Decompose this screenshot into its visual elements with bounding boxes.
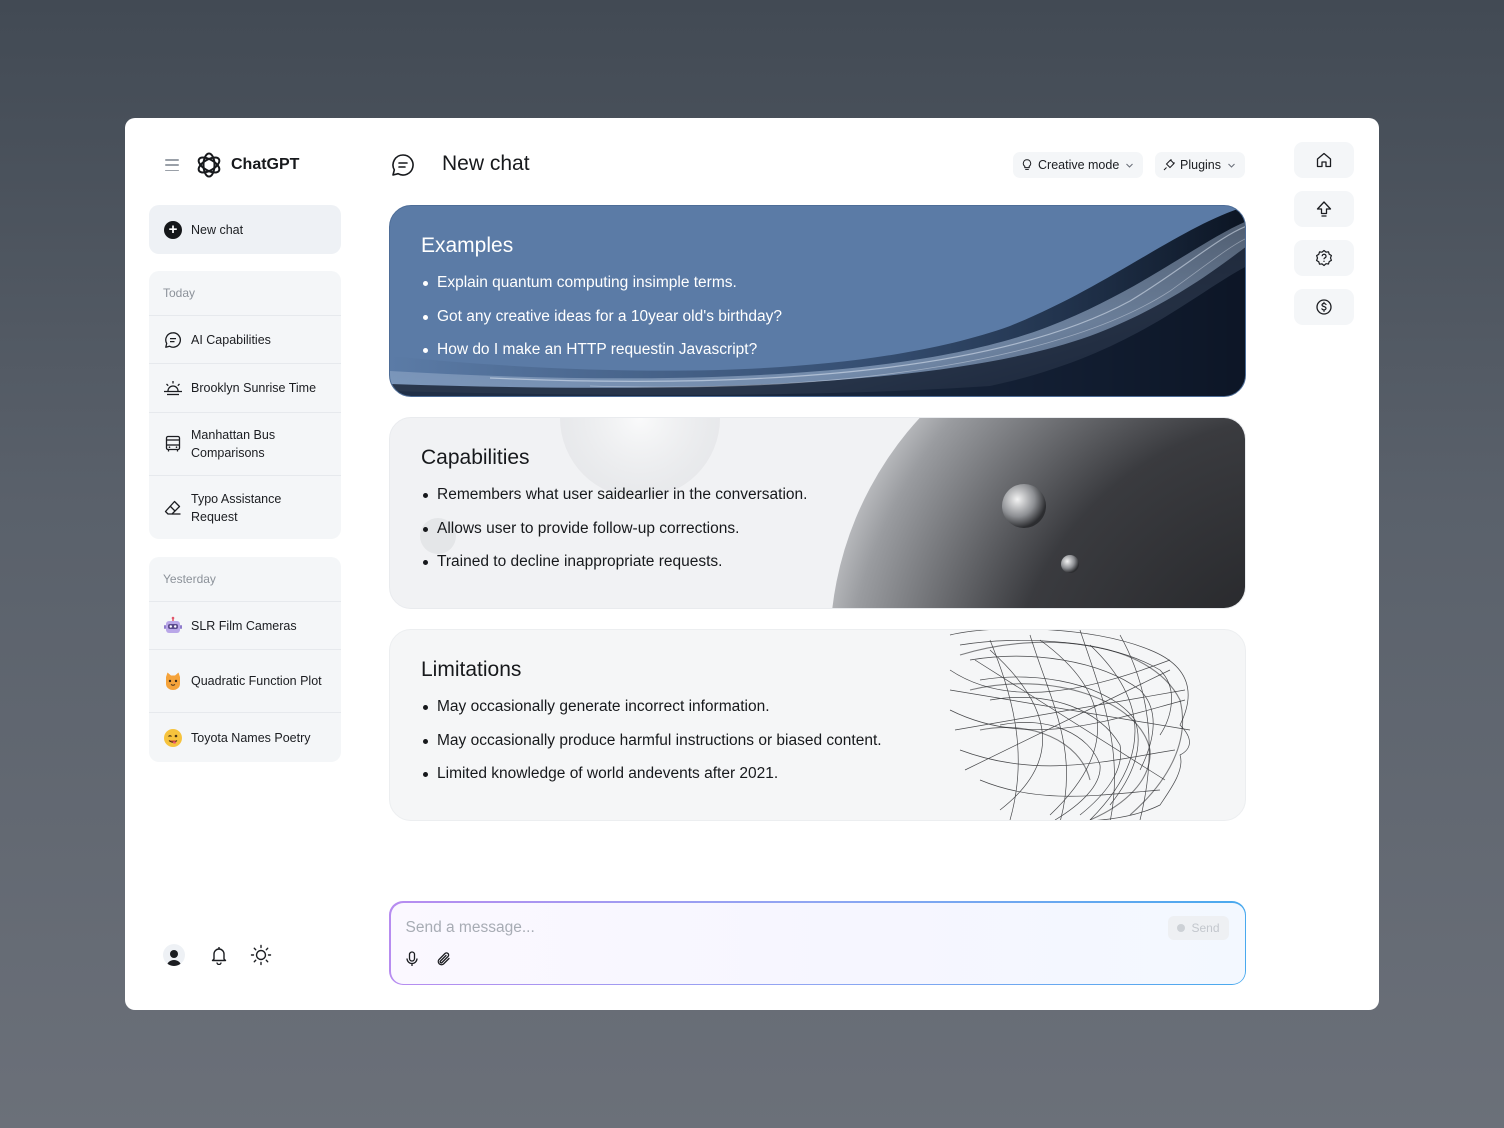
dollar-icon xyxy=(1316,299,1332,315)
history-item-toyota-names[interactable]: Toyota Names Poetry xyxy=(149,713,341,762)
capability-item: Allows user to provide follow-up correct… xyxy=(421,520,807,538)
sun-icon[interactable] xyxy=(250,944,272,966)
sunrise-icon xyxy=(163,378,183,398)
eraser-icon xyxy=(163,498,183,518)
history-group-today: Today AI Capabilities Brooklyn Sunrise T… xyxy=(149,271,341,539)
limitation-item: May occasionally produce harmful instruc… xyxy=(421,732,882,750)
upload-arrow-icon xyxy=(1316,201,1332,217)
openai-logo-icon xyxy=(197,152,221,178)
group-title: Today xyxy=(149,271,341,316)
example-prompt[interactable]: Explain quantum computing insimple terms… xyxy=(421,274,782,292)
new-chat-label: New chat xyxy=(191,222,244,237)
new-chat-button[interactable]: + New chat xyxy=(149,205,341,254)
history-item-label: SLR Film Cameras xyxy=(191,618,297,633)
robot-emoji-icon xyxy=(163,616,183,636)
avatar[interactable] xyxy=(163,944,185,966)
group-title: Yesterday xyxy=(149,557,341,602)
creative-mode-dropdown[interactable]: Creative mode xyxy=(1013,152,1144,178)
send-button[interactable]: Send xyxy=(1168,915,1229,940)
chat-bubble-icon xyxy=(392,154,414,176)
app-window: ChatGPT + New chat Today AI Capabilities… xyxy=(125,118,1379,1010)
send-dot-icon xyxy=(1177,923,1186,932)
example-prompt[interactable]: How do I make an HTTP requestin Javascri… xyxy=(421,341,782,359)
history-item-label: Toyota Names Poetry xyxy=(191,730,311,745)
capabilities-list: Remembers what user saidearlier in the c… xyxy=(421,486,807,571)
bus-icon xyxy=(163,434,183,454)
history-item-label: Brooklyn Sunrise Time xyxy=(191,381,317,395)
plugins-dropdown[interactable]: Plugins xyxy=(1155,152,1245,178)
limitations-list: May occasionally generate incorrect info… xyxy=(421,698,882,783)
history-item-quadratic-function[interactable]: Quadratic Function Plot xyxy=(149,650,341,713)
history-item-slr-film-cameras[interactable]: SLR Film Cameras xyxy=(149,602,341,650)
bell-icon[interactable] xyxy=(208,944,230,966)
history-group-yesterday: Yesterday SLR Film Cameras Quadratic Fun… xyxy=(149,557,341,762)
cat-emoji-icon xyxy=(163,671,183,691)
app-name: ChatGPT xyxy=(231,156,300,173)
creative-mode-label: Creative mode xyxy=(1038,158,1120,172)
composer-box: Send xyxy=(390,902,1245,984)
capabilities-title: Capabilities xyxy=(421,446,530,469)
message-input[interactable] xyxy=(405,916,1146,939)
history-item-label: AI Capabilities xyxy=(191,332,271,347)
help-icon xyxy=(1316,249,1332,267)
limitation-item: Limited knowledge of world andevents aft… xyxy=(421,765,882,783)
chevron-down-icon xyxy=(1126,163,1134,168)
hamburger-menu-icon[interactable] xyxy=(165,159,179,171)
winking-face-emoji-icon xyxy=(163,728,183,748)
examples-card: Examples Explain quantum computing insim… xyxy=(389,205,1246,397)
history-item-label: Typo Assistance Request xyxy=(191,491,282,524)
example-prompt[interactable]: Got any creative ideas for a 10year old'… xyxy=(421,308,782,326)
billing-button[interactable] xyxy=(1294,289,1354,325)
plugins-label: Plugins xyxy=(1180,158,1221,172)
upload-button[interactable] xyxy=(1294,191,1354,227)
history-item-brooklyn-sunrise[interactable]: Brooklyn Sunrise Time xyxy=(149,364,341,413)
capability-item: Trained to decline inappropriate request… xyxy=(421,553,807,571)
help-button[interactable] xyxy=(1294,240,1354,276)
plus-icon: + xyxy=(164,220,182,239)
paperclip-icon[interactable] xyxy=(435,950,453,968)
history-item-label: Quadratic Function Plot xyxy=(191,674,322,688)
history-item-manhattan-bus[interactable]: Manhattan Bus Comparisons xyxy=(149,413,341,476)
home-button[interactable] xyxy=(1294,142,1354,178)
chat-bubble-icon xyxy=(163,330,183,350)
history-item-ai-capabilities[interactable]: AI Capabilities xyxy=(149,316,341,364)
chevron-down-icon xyxy=(1228,163,1235,168)
brand: ChatGPT xyxy=(165,148,299,182)
examples-title: Examples xyxy=(421,234,514,257)
home-icon xyxy=(1316,152,1332,168)
sidebar-bottom-bar xyxy=(163,944,292,966)
limitations-card: Limitations May occasionally generate in… xyxy=(389,629,1246,821)
page-title: New chat xyxy=(442,152,530,175)
capabilities-card: Capabilities Remembers what user saidear… xyxy=(389,417,1246,609)
microphone-icon[interactable] xyxy=(403,950,421,968)
examples-list: Explain quantum computing insimple terms… xyxy=(421,274,782,359)
plug-icon xyxy=(1163,159,1175,171)
capability-item: Remembers what user saidearlier in the c… xyxy=(421,486,807,504)
limitations-title: Limitations xyxy=(421,658,522,681)
history-item-typo-assistance[interactable]: Typo Assistance Request xyxy=(149,476,341,539)
limitation-item: May occasionally generate incorrect info… xyxy=(421,698,882,716)
message-composer: Send xyxy=(389,901,1246,985)
lightbulb-icon xyxy=(1022,159,1032,170)
history-item-label: Manhattan Bus Comparisons xyxy=(191,428,276,460)
send-label: Send xyxy=(1191,920,1220,935)
